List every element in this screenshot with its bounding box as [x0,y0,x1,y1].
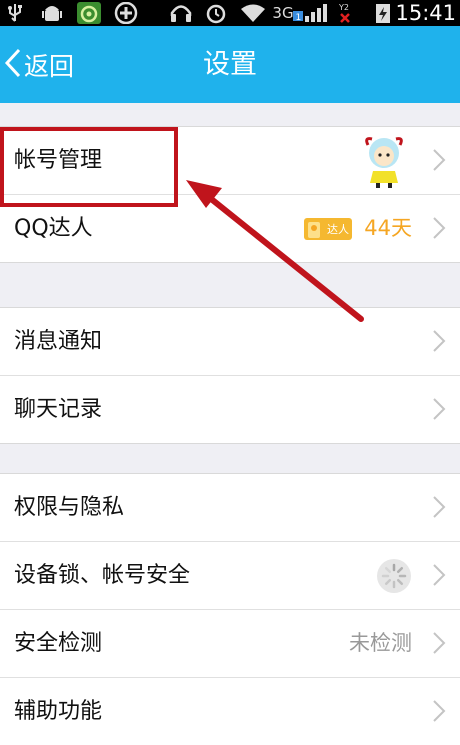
app-notify-icon [76,2,102,24]
row-permissions-privacy[interactable]: 权限与隐私 [0,474,460,541]
row-message-notification[interactable]: 消息通知 [0,308,460,375]
clock: 15:41 [395,1,456,25]
badge-text: 达人 [327,223,349,236]
add-circle-icon [113,2,139,24]
annotation-highlight-box [0,127,178,207]
usb-icon [6,3,24,23]
crown-badge-icon: 达人 [304,218,352,240]
row-device-lock-security[interactable]: 设备锁、帐号安全 [0,541,460,609]
row-label: 消息通知 [14,329,103,354]
title-bar: 设置 返回 [0,26,460,103]
sim-badge: 1 [296,13,302,23]
chevron-right-icon [433,564,446,586]
settings-group-security: 权限与隐私 设备锁、帐号安全 安全检测 未检测 辅助功能 [0,473,460,745]
android-debug-icon [40,3,64,23]
chevron-right-icon [433,217,446,239]
row-label: 权限与隐私 [14,495,125,520]
row-label: 设备锁、帐号安全 [14,563,191,588]
chevron-right-icon [433,700,446,722]
alarm-icon [204,3,228,24]
settings-group-messages: 消息通知 聊天记录 [0,307,460,444]
chevron-left-icon [4,48,22,82]
signal-no-sim-icon: Y2 [336,3,360,23]
status-bar: 3G 1 Y2 15:41 [0,0,460,26]
battery-charging-icon [373,3,393,23]
chevron-right-icon [433,398,446,420]
back-button[interactable]: 返回 [0,26,74,103]
qq-master-days: 44天 [364,216,412,240]
row-security-check[interactable]: 安全检测 未检测 [0,609,460,677]
chevron-right-icon [433,330,446,352]
row-chat-history[interactable]: 聊天记录 [0,375,460,443]
loading-spinner-icon [376,558,412,598]
network-type-label: 3G [272,4,294,22]
qq-master-badge: 达人 [304,217,352,241]
row-accessibility[interactable]: 辅助功能 [0,677,460,745]
avatar [362,135,406,193]
back-label: 返回 [24,51,75,81]
wifi-icon [239,3,267,23]
security-check-status: 未检测 [349,631,412,655]
signal-icon: 1 [292,3,332,23]
sim2-badge: Y2 [338,3,349,12]
headset-icon [168,3,194,23]
chevron-right-icon [433,632,446,654]
chevron-right-icon [433,496,446,518]
row-label: 辅助功能 [14,699,103,724]
row-label: 安全检测 [14,631,103,656]
row-label: 聊天记录 [14,397,103,422]
chevron-right-icon [433,149,446,171]
